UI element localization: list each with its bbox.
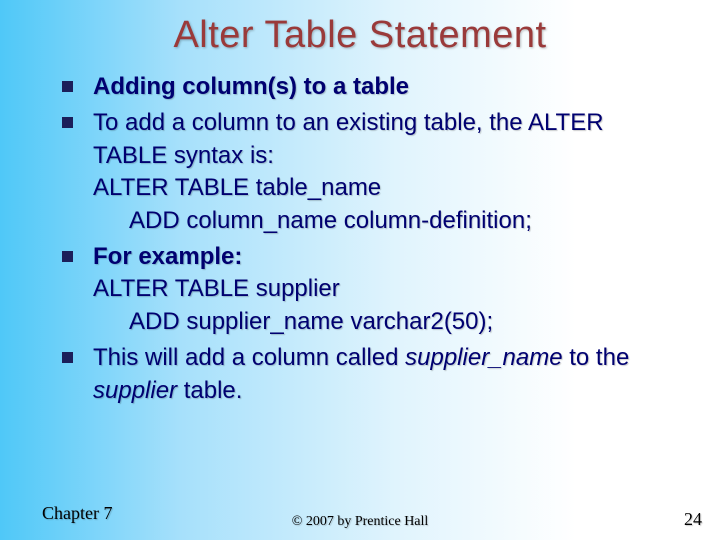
bullet-item-4: This will add a column called supplier_n…	[62, 342, 680, 407]
bullet-item-2: To add a column to an existing table, th…	[62, 107, 680, 237]
slide-title: Alter Table Statement	[0, 0, 720, 57]
bullet-text: For example: ALTER TABLE supplier ADD su…	[93, 241, 493, 338]
bullet-icon	[62, 251, 73, 262]
footer-copyright: © 2007 by Prentice Hall	[292, 514, 429, 530]
text-line: ALTER TABLE supplier	[93, 275, 340, 302]
slide: Alter Table Statement Adding column(s) t…	[0, 0, 720, 540]
bullet-text: To add a column to an existing table, th…	[93, 107, 680, 237]
bullet-icon	[62, 81, 73, 92]
text-italic: supplier	[93, 377, 184, 404]
bullet-text: This will add a column called supplier_n…	[93, 342, 680, 407]
bullet-item-3: For example: ALTER TABLE supplier ADD su…	[62, 241, 680, 338]
slide-body: Adding column(s) to a table To add a col…	[0, 57, 720, 407]
text-part: table.	[184, 377, 243, 404]
bullet-item-1: Adding column(s) to a table	[62, 71, 680, 103]
text-italic: supplier_name	[405, 344, 569, 371]
text-line-indent: ADD column_name column-definition;	[129, 207, 532, 234]
text-part: This will add a column called	[93, 344, 405, 371]
text-line: ALTER TABLE table_name	[93, 174, 381, 201]
bullet-icon	[62, 117, 73, 128]
text-label: For example:	[93, 243, 242, 270]
footer-chapter: Chapter 7	[42, 503, 112, 524]
bullet-text: Adding column(s) to a table	[93, 71, 409, 103]
text-line-indent: ADD supplier_name varchar2(50);	[129, 308, 493, 335]
bullet-icon	[62, 352, 73, 363]
text-part: to the	[569, 344, 629, 371]
text-line: To add a column to an existing table, th…	[93, 109, 604, 168]
footer-page-number: 24	[684, 509, 702, 530]
